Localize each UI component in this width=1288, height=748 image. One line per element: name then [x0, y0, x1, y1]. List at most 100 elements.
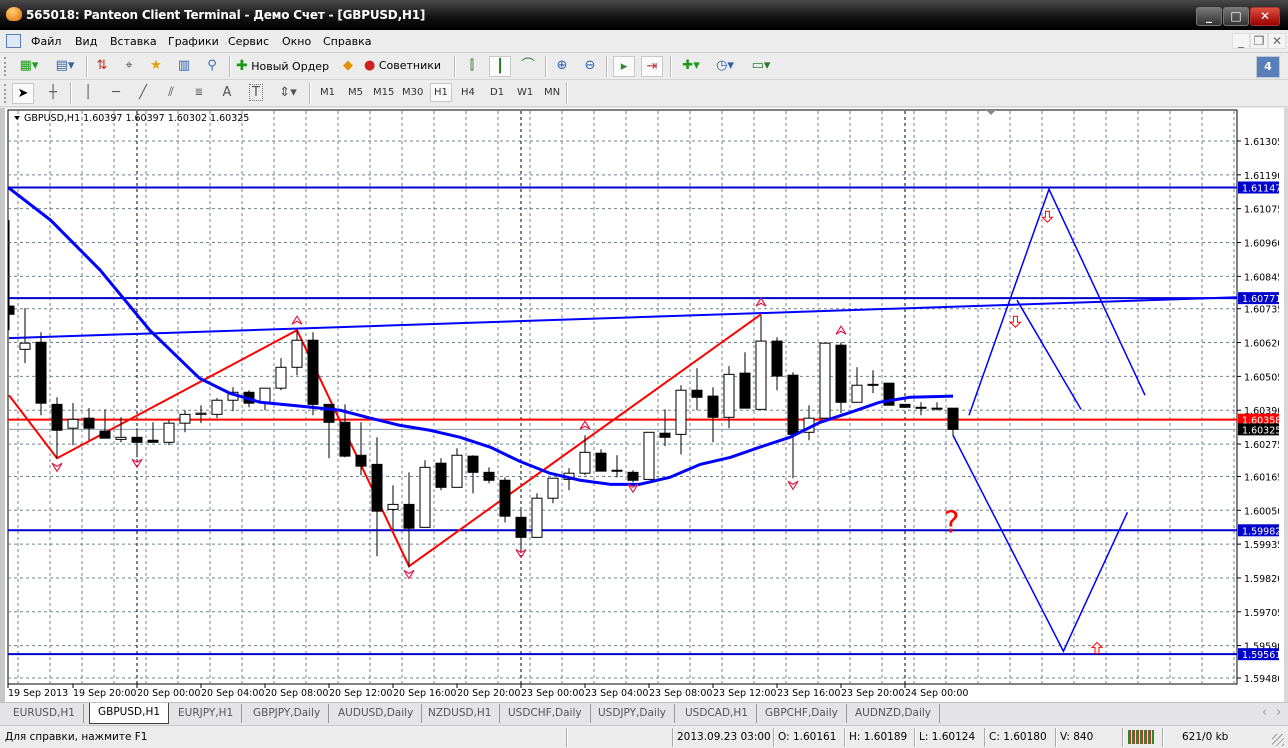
status-separator [1055, 728, 1057, 747]
window-title: 565018: Panteon Client Terminal - Демо С… [26, 8, 426, 22]
resize-grip-icon[interactable] [1272, 734, 1284, 746]
tab-scroll-right-button[interactable]: › [1276, 705, 1281, 720]
candle-body [259, 387, 271, 403]
price-level-tag-label: 1.59982 [1242, 526, 1279, 537]
candle-body [19, 342, 31, 350]
close-button[interactable]: ✕ [1250, 7, 1280, 26]
crosshair-tool[interactable]: ┼ [42, 83, 64, 104]
text-tool[interactable]: A [216, 83, 238, 104]
data-window-button[interactable]: ⌖ [118, 56, 140, 77]
timeframe-h1[interactable]: H1 [430, 83, 452, 102]
tab-usdjpy-daily[interactable]: USDJPY,Daily [590, 704, 675, 723]
terminal-icon: ▥ [177, 58, 191, 73]
timeframe-m15[interactable]: M15 [370, 85, 397, 100]
notifications-button[interactable]: 4 [1256, 56, 1280, 78]
candle-body [899, 403, 911, 408]
tab-audusd-daily[interactable]: AUDUSD,Daily [330, 704, 423, 723]
mdi-close-button[interactable]: ✕ [1268, 33, 1286, 49]
menu-insert[interactable]: Вставка [110, 35, 157, 48]
auto-scroll-button[interactable]: ▸ [613, 56, 635, 77]
time-tick-label: 20 Sep 08:00 [265, 688, 328, 699]
chart-window[interactable]: ? 1.613051.611901.610751.609601.608451.6… [0, 108, 1288, 702]
line-chart-button[interactable]: ⌒ [517, 56, 539, 77]
time-tick-label: 23 Sep 00:00 [521, 688, 584, 699]
tab-audnzd-daily[interactable]: AUDNZD,Daily [847, 704, 940, 723]
tab-usdcad-h1[interactable]: USDCAD,H1 [677, 704, 757, 723]
candle-body [435, 462, 447, 488]
menu-view[interactable]: Вид [75, 35, 97, 48]
time-axis[interactable]: 19 Sep 2013 19 Sep 20:00 20 Sep 00:00 20 Se… [7, 684, 968, 699]
menu-tools[interactable]: Сервис [228, 35, 269, 48]
experts-button[interactable]: ● Советники [364, 56, 448, 77]
maximize-button[interactable]: □ [1223, 7, 1249, 26]
timeframe-m30[interactable]: M30 [399, 85, 426, 100]
navigator-button[interactable]: ★ [145, 56, 167, 77]
timeframe-d1[interactable]: D1 [487, 85, 507, 100]
profiles-button[interactable]: ▤▾ [50, 56, 80, 77]
toolbar-grip[interactable] [4, 57, 7, 76]
status-separator [1162, 728, 1164, 747]
indicators-button[interactable]: ✚▾ [676, 56, 706, 77]
horizontal-line-tool[interactable]: ─ [105, 83, 127, 104]
text-label-tool[interactable]: T [245, 83, 267, 104]
strategy-tester-button[interactable]: ⚲ [201, 56, 223, 77]
timeframe-mn[interactable]: MN [541, 85, 563, 100]
mdi-minimize-button[interactable]: _ [1232, 33, 1250, 49]
market-watch-button[interactable]: ⇅ [91, 56, 113, 77]
standard-toolbar: ▦▾ ▤▾ ⇅ ⌖ ★ ▥ ⚲ ✚ Новый Ордер ◆ ● Советн… [0, 53, 1288, 80]
tab-gbpchf-daily[interactable]: GBPCHF,Daily [757, 704, 847, 723]
status-low: L: 1.60124 [919, 731, 976, 743]
periods-button[interactable]: ◷▾ [710, 56, 740, 77]
time-tick-label: 23 Sep 08:00 [649, 688, 712, 699]
tab-gbpjpy-daily[interactable]: GBPJPY,Daily [245, 704, 330, 723]
toolbar-grip[interactable] [4, 84, 7, 103]
new-chart-button[interactable]: ▦▾ [14, 56, 44, 77]
price-chart[interactable]: ? 1.613051.611901.610751.609601.608451.6… [0, 108, 1279, 702]
candlestick-chart-button[interactable]: ┃ [489, 56, 511, 77]
new-order-button[interactable]: ✚ Новый Ордер [236, 56, 334, 77]
bar-chart-button[interactable]: ⫿ [461, 56, 483, 77]
timeframe-m5[interactable]: M5 [345, 85, 366, 100]
zoom-out-button[interactable]: ⊖ [579, 56, 601, 77]
tester-magnifier-icon: ⚲ [207, 58, 217, 73]
candle-body [51, 403, 63, 431]
tab-nzdusd-h1[interactable]: NZDUSD,H1 [420, 704, 501, 723]
chart-shift-button[interactable]: ⇥ [641, 56, 663, 77]
clock-icon: ◷ [716, 58, 728, 73]
menu-charts[interactable]: Графики [168, 35, 219, 48]
experts-label: Советники [378, 59, 442, 72]
tab-gbpusd-h1[interactable]: GBPUSD,H1 [89, 703, 170, 724]
tab-eurusd-h1[interactable]: EURUSD,H1 [5, 704, 84, 723]
connection-status-icon[interactable] [1128, 730, 1154, 744]
alert-button[interactable]: ◆ [337, 56, 359, 77]
tab-eurjpy-h1[interactable]: EURJPY,H1 [170, 704, 243, 723]
channel-tool[interactable]: ⫽ [160, 83, 182, 104]
timeframe-h4[interactable]: H4 [458, 85, 478, 100]
cursor-tool[interactable]: ➤ [12, 83, 34, 104]
trendline-tool[interactable]: ╱ [132, 83, 154, 104]
candle-body [115, 436, 127, 440]
fibonacci-tool[interactable]: ≣ [188, 83, 210, 104]
candle-body [675, 389, 687, 435]
status-traffic: 621/0 kb [1182, 731, 1229, 743]
candle-body [659, 432, 671, 438]
line-chart-icon: ⌒ [521, 58, 535, 73]
timeframe-m1[interactable]: M1 [317, 85, 338, 100]
terminal-button[interactable]: ▥ [173, 56, 195, 77]
arrows-tool[interactable]: ⇕▾ [273, 83, 303, 104]
menu-help[interactable]: Справка [323, 35, 371, 48]
timeframe-w1[interactable]: W1 [514, 85, 536, 100]
templates-button[interactable]: ▭▾ [746, 56, 776, 77]
menu-file[interactable]: Файл [31, 35, 61, 48]
candle-body [291, 339, 303, 368]
tab-scroll-left-button[interactable]: ‹ [1262, 705, 1267, 720]
tab-usdchf-daily[interactable]: USDCHF,Daily [500, 704, 591, 723]
vertical-line-tool[interactable]: │ [77, 83, 99, 104]
chart-header: GBPUSD,H1 1.60397 1.60397 1.60302 1.6032… [24, 113, 249, 124]
mdi-restore-button[interactable]: ❐ [1250, 33, 1268, 49]
candle-body [723, 373, 735, 418]
zoom-in-button[interactable]: ⊕ [551, 56, 573, 77]
price-axis[interactable]: 1.61305 1.61190 1.61075 1.60960 1.60845 1.607… [1237, 137, 1279, 685]
minimize-button[interactable]: _ [1196, 7, 1222, 26]
menu-window[interactable]: Окно [282, 35, 311, 48]
